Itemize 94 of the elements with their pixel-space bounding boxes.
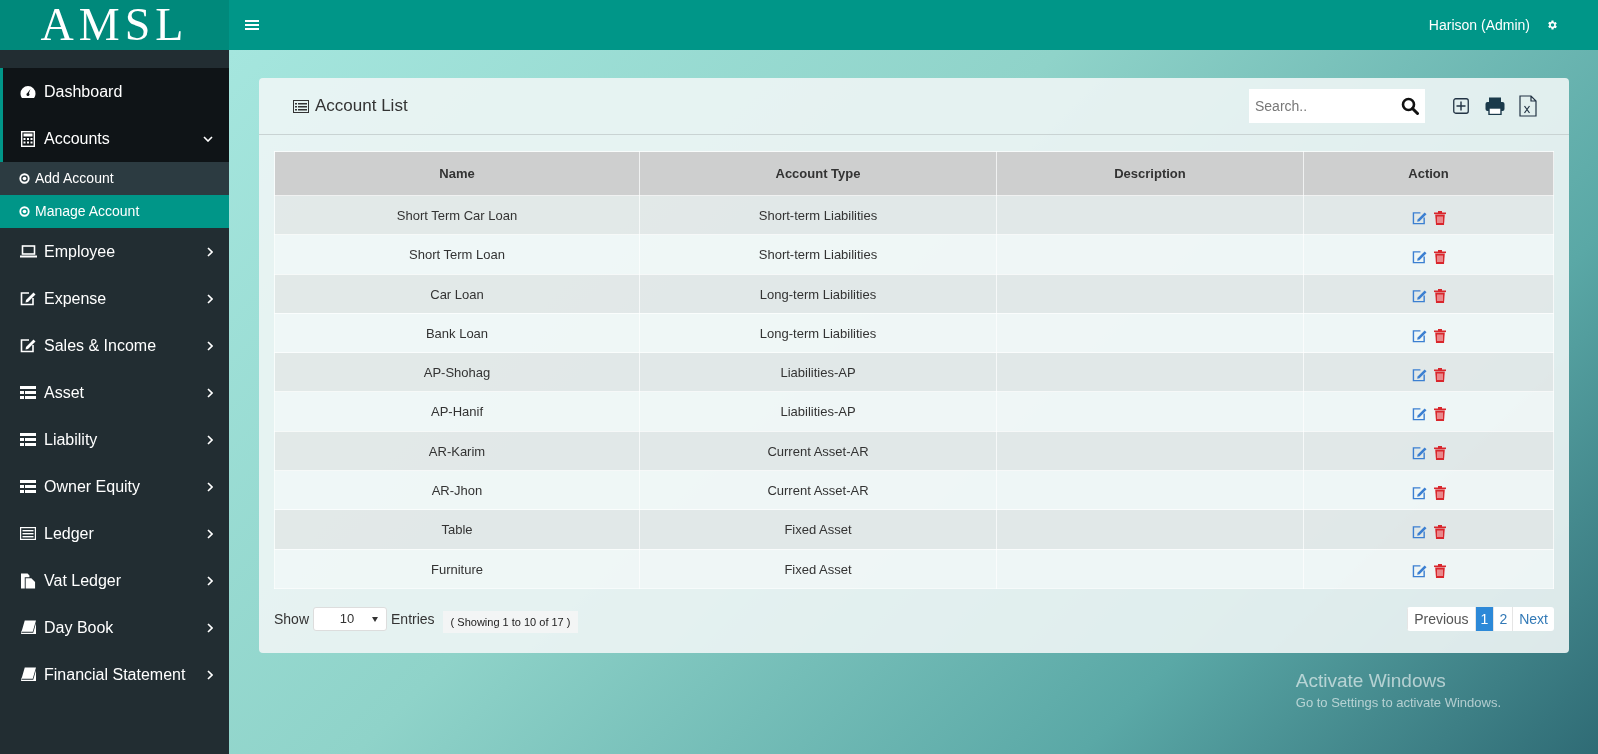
book-icon bbox=[20, 667, 36, 682]
table-cell: AP-Hanif bbox=[274, 392, 640, 432]
activation-notice-title: Activate Windows bbox=[1295, 668, 1447, 693]
table-cell: Current Asset-AR bbox=[639, 431, 997, 471]
delete-icon[interactable] bbox=[1433, 328, 1446, 343]
table-cell: Bank Loan bbox=[274, 313, 640, 353]
table-cell: Long-term Liabilities bbox=[639, 274, 997, 314]
radio-circle-icon bbox=[19, 206, 30, 217]
edit-icon[interactable] bbox=[1411, 407, 1427, 422]
column-header: Description bbox=[996, 151, 1304, 196]
column-header: Account Type bbox=[639, 151, 997, 196]
submenu-item[interactable]: Manage Account bbox=[0, 195, 229, 228]
table-icon bbox=[20, 433, 36, 446]
list-icon bbox=[20, 527, 36, 540]
table-cell: Liabilities-AP bbox=[639, 352, 997, 392]
table-cell: Short-term Liabilities bbox=[639, 234, 997, 275]
delete-icon[interactable] bbox=[1433, 210, 1446, 225]
table-cell: AP-Shohag bbox=[274, 352, 640, 392]
showing-summary: ( Showing 1 to 10 of 17 ) bbox=[442, 610, 579, 634]
table-cell: Short-term Liabilities bbox=[639, 195, 997, 235]
sidebar-item[interactable]: Asset bbox=[0, 369, 229, 416]
list-icon bbox=[293, 99, 309, 113]
logo[interactable]: AMSL bbox=[40, 2, 189, 48]
sidebar-item[interactable]: Financial Statement bbox=[0, 651, 229, 698]
edit-icon[interactable] bbox=[1411, 210, 1427, 225]
column-header: Action bbox=[1303, 151, 1554, 196]
sidebar-item[interactable]: Expense bbox=[0, 275, 229, 322]
book-icon bbox=[20, 620, 36, 635]
table-cell: AR-Jhon bbox=[274, 470, 640, 510]
radio-circle-icon bbox=[19, 173, 30, 184]
sidebar-item[interactable]: Dashboard bbox=[0, 68, 229, 115]
edit-icon[interactable] bbox=[1411, 249, 1427, 264]
documents-icon bbox=[20, 572, 36, 589]
sidebar-item[interactable]: Liability bbox=[0, 416, 229, 463]
search-field[interactable]: Search.. bbox=[1249, 89, 1395, 123]
table-icon bbox=[20, 386, 36, 399]
delete-icon[interactable] bbox=[1433, 289, 1446, 304]
sidebar-item[interactable]: Owner Equity bbox=[0, 463, 229, 510]
edit-icon bbox=[20, 338, 36, 353]
delete-icon[interactable] bbox=[1433, 367, 1446, 382]
table-cell: Fixed Asset bbox=[639, 509, 997, 550]
edit-icon bbox=[20, 291, 36, 306]
column-header: Name bbox=[274, 151, 640, 196]
submenu-item[interactable]: Add Account bbox=[0, 162, 229, 195]
delete-icon[interactable] bbox=[1433, 446, 1446, 461]
table-cell: AR-Karim bbox=[274, 431, 640, 471]
sidebar-item[interactable]: Day Book bbox=[0, 604, 229, 651]
add-icon[interactable] bbox=[1453, 98, 1469, 114]
delete-icon[interactable] bbox=[1433, 525, 1446, 539]
table-cell: Table bbox=[274, 509, 640, 550]
table-cell: Fixed Asset bbox=[639, 549, 997, 589]
table-cell: Liabilities-AP bbox=[639, 392, 997, 432]
search-icon bbox=[1401, 97, 1419, 115]
delete-icon[interactable] bbox=[1433, 564, 1446, 579]
spreadsheet-file-icon[interactable] bbox=[1519, 95, 1537, 117]
dropdown-caret-icon bbox=[372, 616, 379, 622]
delete-icon[interactable] bbox=[1433, 249, 1446, 264]
edit-icon[interactable] bbox=[1411, 525, 1427, 539]
edit-icon[interactable] bbox=[1411, 328, 1427, 343]
table-cell: Short Term Car Loan bbox=[274, 195, 640, 235]
table-cell: Long-term Liabilities bbox=[639, 313, 997, 353]
show-label: Show bbox=[274, 609, 310, 629]
user-name[interactable]: Harison (Admin) bbox=[1428, 14, 1530, 36]
search-button[interactable] bbox=[1395, 89, 1425, 123]
sidebar-item[interactable]: Vat Ledger bbox=[0, 557, 229, 604]
edit-icon[interactable] bbox=[1411, 446, 1427, 461]
activation-notice-subtitle: Go to Settings to activate Windows. bbox=[1295, 693, 1501, 712]
delete-icon[interactable] bbox=[1433, 407, 1446, 422]
table-cell: Car Loan bbox=[274, 274, 640, 314]
edit-icon[interactable] bbox=[1411, 367, 1427, 382]
table-cell: Furniture bbox=[274, 549, 640, 589]
sidebar-item[interactable]: Accounts bbox=[0, 115, 229, 162]
menu-icon[interactable] bbox=[245, 19, 259, 31]
table-cell: Short Term Loan bbox=[274, 234, 640, 275]
print-icon[interactable] bbox=[1485, 97, 1505, 115]
edit-icon[interactable] bbox=[1411, 564, 1427, 579]
page-size-select[interactable]: 10 bbox=[313, 607, 388, 632]
previous-button[interactable]: Previous bbox=[1407, 607, 1475, 632]
delete-icon[interactable] bbox=[1433, 485, 1446, 500]
edit-icon[interactable] bbox=[1411, 485, 1427, 500]
next-button[interactable]: Next bbox=[1512, 607, 1554, 632]
edit-icon[interactable] bbox=[1411, 289, 1427, 304]
table-icon bbox=[20, 480, 36, 493]
page-button[interactable]: 2 bbox=[1493, 607, 1513, 632]
laptop-icon bbox=[19, 245, 37, 258]
sidebar-item[interactable]: Ledger bbox=[0, 510, 229, 557]
card-title: Account List bbox=[315, 95, 408, 118]
table-cell: Current Asset-AR bbox=[639, 470, 997, 510]
calculator-icon bbox=[21, 130, 35, 147]
settings-icon[interactable] bbox=[1546, 19, 1558, 31]
gauge-icon bbox=[20, 84, 36, 99]
entries-label: Entries bbox=[391, 609, 435, 629]
sidebar-item[interactable]: Employee bbox=[0, 228, 229, 275]
sidebar-item[interactable]: Sales & Income bbox=[0, 322, 229, 369]
